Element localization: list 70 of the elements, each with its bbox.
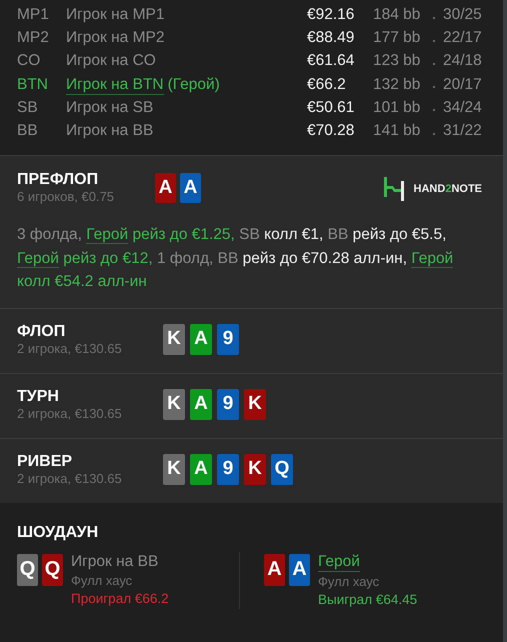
playing-card: 9 bbox=[217, 388, 239, 420]
playing-card: K bbox=[163, 324, 185, 355]
stack-bb: 132 bb bbox=[373, 76, 422, 94]
logo-text: HAND2NOTE bbox=[414, 183, 482, 196]
seat-position: SB bbox=[17, 98, 39, 117]
result-text: Проиграл €66.2 bbox=[71, 590, 169, 608]
playing-card: A bbox=[190, 454, 212, 485]
hero-link[interactable]: Герой bbox=[17, 250, 59, 268]
street-title: ПРЕФЛОП bbox=[17, 170, 100, 190]
playing-card: A bbox=[264, 554, 285, 586]
playing-card: A bbox=[289, 554, 310, 586]
player-name[interactable]: Игрок на BB bbox=[66, 122, 154, 140]
player-name: Игрок на BB bbox=[71, 552, 158, 571]
player-name[interactable]: Игрок на MP2 bbox=[66, 29, 164, 48]
stack-amount: €61.64 bbox=[307, 52, 356, 70]
stack-amount: €66.2 bbox=[307, 76, 347, 94]
player-stats: 24/18 bbox=[443, 52, 482, 70]
playing-card: A bbox=[190, 324, 212, 355]
player-stats: 34/24 bbox=[443, 98, 482, 117]
seat-position: BB bbox=[17, 122, 39, 140]
player-name[interactable]: Игрок на SB bbox=[66, 98, 154, 117]
stack-bb: 177 bb bbox=[373, 29, 422, 48]
playing-card: K bbox=[163, 454, 185, 485]
player-stats: 22/17 bbox=[443, 29, 482, 48]
street-info: 2 игрока, €130.65 bbox=[17, 406, 123, 422]
street-info: 2 игрока, €130.65 bbox=[17, 470, 123, 487]
stack-bb: 101 bb bbox=[373, 98, 422, 117]
seat-position: MP2 bbox=[17, 29, 50, 48]
result-text: Выиграл €64.45 bbox=[318, 590, 418, 609]
street-title: ФЛОП bbox=[17, 322, 66, 341]
street-info: 6 игроков, €0.75 bbox=[17, 189, 116, 206]
player-name[interactable]: Игрок на MP1 bbox=[66, 6, 164, 24]
playing-card: Q bbox=[42, 554, 63, 586]
stack-amount: €50.61 bbox=[307, 98, 356, 117]
stack-amount: €70.28 bbox=[307, 122, 356, 140]
hand-combination: Фулл хаус bbox=[318, 572, 380, 591]
playing-card: K bbox=[163, 388, 185, 420]
stack-amount: €88.49 bbox=[307, 29, 356, 48]
hero-link[interactable]: Герой bbox=[411, 250, 454, 268]
playing-card: K bbox=[244, 388, 266, 420]
seat-position: CO bbox=[17, 52, 42, 70]
playing-card: 9 bbox=[217, 324, 239, 355]
street-info: 2 игрока, €130.65 bbox=[17, 340, 123, 357]
playing-card: 9 bbox=[217, 454, 239, 485]
hero-link[interactable]: Герой bbox=[318, 552, 360, 572]
street-title: РИВЕР bbox=[17, 452, 74, 471]
seat-position: MP1 bbox=[17, 6, 50, 24]
playing-card: A bbox=[155, 173, 176, 204]
stack-bb: 123 bb bbox=[373, 52, 422, 70]
playing-card: A bbox=[180, 173, 201, 204]
section-title: ШОУДАУН bbox=[17, 522, 100, 542]
stack-bb: 184 bb bbox=[373, 6, 422, 24]
action-history: 3 фолда, Герой рейз до €1.25, SB колл €1, BB рейз до €5.5, Герой рейз до €12, 1 фолд, BB рейз до €70.28 алл-ин, Герой колл €54.2 алл-ин bbox=[17, 225, 454, 292]
logo-icon bbox=[382, 177, 405, 202]
hero-label: (Герой) bbox=[168, 76, 220, 95]
player-name[interactable]: Игрок на BTN bbox=[66, 76, 164, 95]
stack-bb: 141 bb bbox=[373, 122, 422, 140]
player-stats: 20/17 bbox=[443, 76, 482, 94]
player-stats: 30/25 bbox=[443, 6, 482, 24]
playing-card: Q bbox=[17, 554, 38, 586]
street-title: ТУРН bbox=[17, 386, 60, 406]
hero-link[interactable]: Герой bbox=[86, 226, 128, 244]
playing-card: Q bbox=[271, 454, 293, 485]
playing-card: A bbox=[190, 388, 212, 420]
player-name[interactable]: Игрок на CO bbox=[66, 52, 156, 70]
hand-combination: Фулл хаус bbox=[71, 572, 132, 590]
seat-position: BTN bbox=[17, 76, 49, 94]
player-stats: 31/22 bbox=[443, 122, 482, 140]
playing-card: K bbox=[244, 454, 266, 485]
stack-amount: €92.16 bbox=[307, 6, 356, 24]
